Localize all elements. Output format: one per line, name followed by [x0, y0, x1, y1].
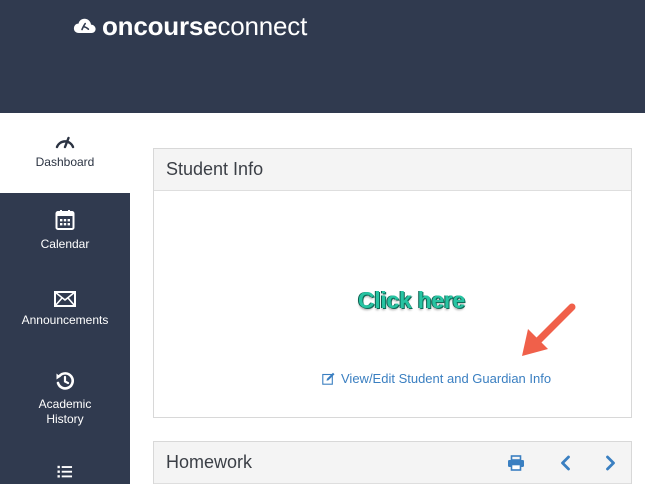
sidebar-item-announcements[interactable]: Announcements	[0, 291, 130, 351]
calendar-icon	[55, 210, 75, 230]
homework-header: Homework	[154, 442, 631, 484]
sidebar-item-label: Dashboard	[35, 155, 95, 169]
click-here-annotation: Click here	[358, 287, 465, 313]
student-info-card: Student Info Click here View/Edit Studen…	[153, 148, 632, 418]
arrow-annotation-icon	[522, 303, 576, 356]
chevron-left-icon[interactable]	[559, 455, 571, 471]
brand-name-bold: oncourse	[102, 11, 218, 41]
envelope-icon	[54, 291, 76, 307]
sidebar-item-label: Announcements	[21, 313, 109, 327]
cloud-logo-icon	[73, 18, 96, 33]
homework-card: Homework	[153, 441, 632, 484]
app-window: oncourseconnect Dashboard Calendar Annou…	[0, 0, 645, 484]
edit-pencil-icon	[322, 372, 335, 385]
sidebar-item-dashboard[interactable]: Dashboard	[0, 113, 130, 193]
homework-toolbar	[507, 442, 617, 484]
top-header: oncourseconnect	[0, 0, 645, 113]
brand-logo[interactable]: oncourseconnect	[72, 10, 307, 42]
homework-title: Homework	[166, 452, 253, 472]
brand-name-light: connect	[217, 11, 308, 41]
history-icon	[56, 372, 74, 390]
edit-link-label: View/Edit Student and Guardian Info	[341, 371, 552, 386]
print-icon[interactable]	[507, 455, 525, 471]
gauge-icon	[55, 136, 75, 149]
sidebar-item-label: Academic History	[38, 397, 92, 426]
list-icon	[57, 465, 73, 478]
view-edit-student-guardian-link[interactable]: View/Edit Student and Guardian Info	[322, 371, 551, 386]
student-info-body: Click here View/Edit Student and Guardia…	[154, 191, 631, 417]
brand-name: oncourseconnect	[102, 10, 307, 42]
sidebar-nav: Dashboard Calendar Announcements Academi…	[0, 113, 130, 484]
sidebar-item-more[interactable]	[0, 463, 130, 484]
sidebar-item-academic-history[interactable]: Academic History	[0, 371, 130, 441]
sidebar-item-label: Calendar	[40, 237, 90, 251]
chevron-right-icon[interactable]	[605, 455, 617, 471]
student-info-title: Student Info	[154, 149, 631, 191]
sidebar-item-calendar[interactable]: Calendar	[0, 209, 130, 271]
